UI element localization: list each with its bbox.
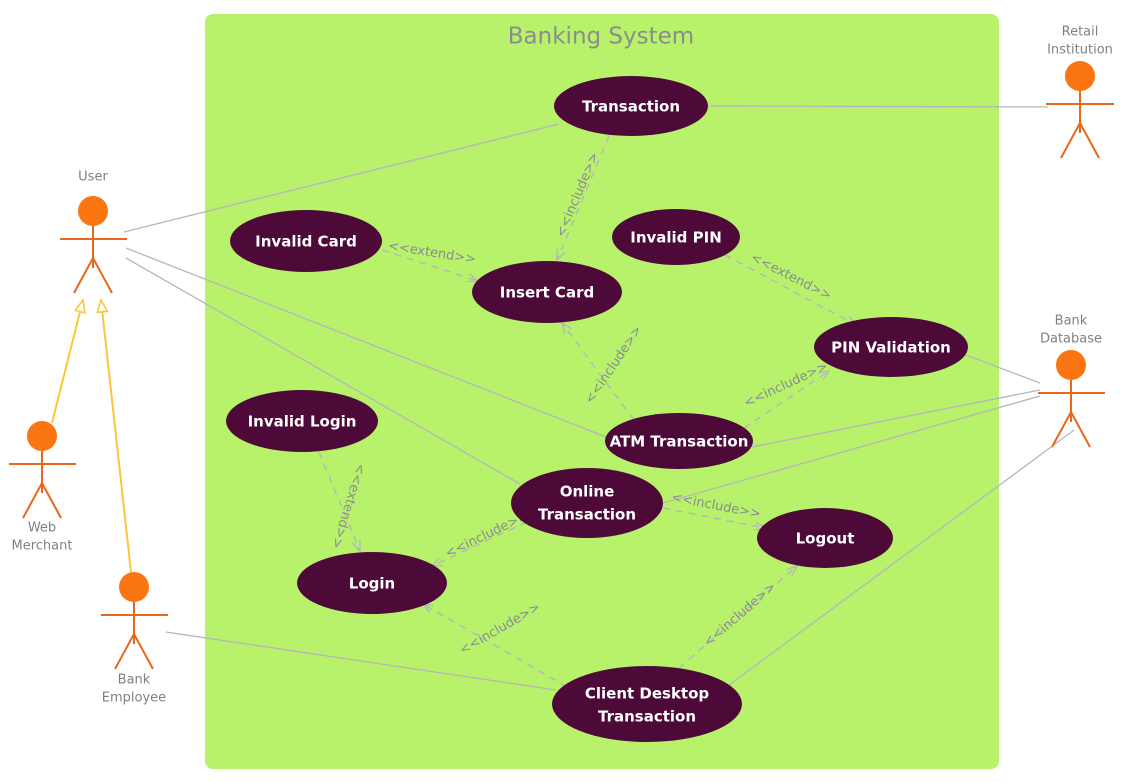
actor-head [119,572,149,602]
actor-label-line2: Merchant [12,539,73,554]
actor-head [1056,350,1086,380]
actor-label-line1: Retail [1062,25,1099,40]
actor-head [27,421,57,451]
use-case-diagram-canvas: Banking System <<include>> <<extend>> <<… [0,0,1127,783]
use-case-ellipse[interactable] [226,390,378,452]
use-case-invalid-login[interactable]: Invalid Login [226,390,378,452]
use-case-ellipse[interactable] [297,552,447,614]
actor-label-line1: Bank [1055,314,1088,329]
actor-leg-right [1079,122,1100,159]
actor-label: User [78,170,108,185]
use-case-invalid-card[interactable]: Invalid Card [230,210,382,272]
actor-head [78,196,108,226]
actor-leg-left [22,482,43,519]
use-case-ellipse[interactable] [612,209,740,265]
use-case-ellipse[interactable] [511,468,663,538]
use-case-atm-transaction[interactable]: ATM Transaction [605,413,753,469]
actor-web-merchant[interactable]: Web Merchant [9,421,76,554]
actor-head [1065,61,1095,91]
use-case-transaction[interactable]: Transaction [554,76,708,136]
use-case-ellipse[interactable] [757,508,893,568]
actor-bank-database[interactable]: Bank Database [1038,314,1105,448]
gen-web-merchant-user [51,300,83,424]
use-case-ellipse[interactable] [814,317,968,377]
use-case-client-desktop-transaction[interactable]: Client Desktop Transaction [552,666,742,742]
actor-leg-left [1060,122,1081,159]
actor-label-line2: Database [1040,332,1102,347]
actor-user[interactable]: User [60,170,127,294]
actor-leg-right [133,633,154,670]
actor-label-line1: Web [28,521,56,536]
use-case-insert-card[interactable]: Insert Card [472,261,622,323]
generalization-lines [51,300,132,573]
actor-bank-employee[interactable]: Bank Employee [101,572,168,706]
actor-retail-institution[interactable]: Retail Institution [1046,25,1114,159]
actor-label-line1: Bank [118,673,151,688]
actor-leg-left [1051,411,1072,448]
system-title: Banking System [508,24,694,50]
use-case-ellipse[interactable] [472,261,622,323]
use-case-logout[interactable]: Logout [757,508,893,568]
actor-leg-left [73,257,94,294]
use-case-ellipse[interactable] [230,210,382,272]
actor-label-line2: Employee [102,691,166,706]
use-case-invalid-pin[interactable]: Invalid PIN [612,209,740,265]
actor-leg-left [114,633,135,670]
gen-bank-employee-user [101,300,132,573]
use-case-login[interactable]: Login [297,552,447,614]
actor-leg-right [1070,411,1091,448]
use-case-ellipse[interactable] [552,666,742,742]
actor-leg-right [41,482,62,519]
use-case-pin-validation[interactable]: PIN Validation [814,317,968,377]
use-case-ellipse[interactable] [605,413,753,469]
use-case-ellipse[interactable] [554,76,708,136]
use-case-online-transaction[interactable]: Online Transaction [511,468,663,538]
actor-leg-right [92,257,113,294]
actor-label-line2: Institution [1047,43,1113,58]
